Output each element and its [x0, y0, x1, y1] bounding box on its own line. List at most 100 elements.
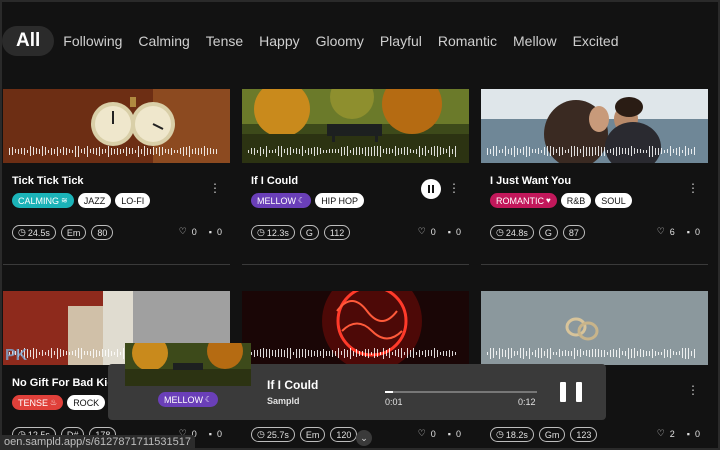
comment-button[interactable]: ▪ 0: [687, 226, 700, 237]
track-card[interactable]: If I Could ⋮ MELLOW ☾ HIP HOP ◷ 12.3s G 1…: [242, 89, 469, 265]
waveform-bar: [694, 147, 695, 155]
like-button[interactable]: ♡ 6: [657, 226, 675, 237]
genre-tag[interactable]: SOUL: [595, 193, 632, 208]
track-thumbnail[interactable]: [3, 89, 230, 163]
waveform-bar: [446, 149, 447, 153]
waveform-bar: [529, 347, 530, 359]
player-artwork[interactable]: [125, 343, 251, 386]
waveform-bar: [189, 145, 190, 157]
genre-tag[interactable]: ROCK: [67, 395, 106, 410]
track-card[interactable]: I Just Want You ⋮ ROMANTIC ♥ R&B SOUL ◷ 2…: [481, 89, 708, 265]
filter-calming[interactable]: Calming: [138, 33, 189, 49]
genre-tag[interactable]: JAZZ: [77, 193, 112, 208]
waveform-bar: [153, 147, 154, 155]
waveform-bar: [446, 350, 447, 356]
genre-tag[interactable]: LO-FI: [115, 193, 151, 208]
track-thumbnail[interactable]: [242, 89, 469, 163]
waveform[interactable]: [487, 144, 702, 158]
pause-button[interactable]: [421, 179, 441, 199]
waveform-bar: [338, 348, 339, 358]
waveform-bar: [72, 351, 73, 355]
mood-tag[interactable]: TENSE ♨: [12, 395, 64, 410]
waveform[interactable]: [9, 144, 224, 158]
waveform-bar: [452, 148, 453, 154]
waveform-bar: [583, 145, 584, 157]
waveform-bar: [535, 349, 536, 357]
filter-all[interactable]: All: [2, 26, 55, 56]
waveform-bar: [284, 349, 285, 357]
waveform-bar: [434, 348, 435, 358]
filter-following[interactable]: Following: [63, 33, 122, 49]
track-thumbnail[interactable]: [481, 291, 708, 365]
track-title[interactable]: Tick Tick Tick: [12, 175, 84, 187]
waveform-bar: [93, 148, 94, 154]
waveform-bar: [386, 350, 387, 356]
waveform-bar: [685, 347, 686, 359]
player-artist-name[interactable]: Sampld: [267, 396, 300, 406]
like-button[interactable]: ♡ 0: [418, 428, 436, 439]
player-mood-tag[interactable]: MELLOW ☾: [158, 392, 219, 407]
waveform-bar: [275, 349, 276, 357]
waveform-bar: [105, 350, 106, 356]
track-thumbnail[interactable]: [242, 291, 469, 365]
like-button[interactable]: ♡ 0: [418, 226, 436, 237]
filter-playful[interactable]: Playful: [380, 33, 422, 49]
waveform-bar: [634, 148, 635, 154]
waveform-bar: [272, 350, 273, 356]
waveform-bar: [505, 146, 506, 156]
track-card[interactable]: Tick Tick Tick ⋮ CALMING ≋ JAZZ LO-FI ◷ 2…: [3, 89, 230, 265]
waveform-bar: [365, 146, 366, 156]
comment-button[interactable]: ▪ 0: [448, 226, 461, 237]
waveform-bar: [431, 350, 432, 356]
more-options-icon[interactable]: ⋮: [687, 384, 699, 396]
waveform-bar: [75, 350, 76, 356]
waveform-bar: [443, 148, 444, 154]
comment-button[interactable]: ▪ 0: [687, 428, 700, 439]
filter-tense[interactable]: Tense: [206, 33, 243, 49]
waveform-bar: [496, 146, 497, 156]
scroll-down-button[interactable]: ⌄: [356, 430, 372, 446]
waveform-bar: [96, 349, 97, 357]
waveform-bar: [673, 149, 674, 153]
waveform-bar: [123, 347, 124, 359]
waveform-bar: [664, 348, 665, 358]
like-button[interactable]: ♡ 0: [179, 226, 197, 237]
waveform-bar: [254, 147, 255, 155]
filter-happy[interactable]: Happy: [259, 33, 299, 49]
genre-tag[interactable]: R&B: [560, 193, 592, 208]
track-thumbnail[interactable]: [481, 89, 708, 163]
mood-tag[interactable]: CALMING ≋: [12, 193, 74, 208]
more-options-icon[interactable]: ⋮: [209, 182, 221, 194]
waveform[interactable]: [487, 346, 702, 360]
genre-tag[interactable]: HIP HOP: [315, 193, 365, 208]
track-title[interactable]: I Just Want You: [490, 175, 571, 187]
more-options-icon[interactable]: ⋮: [687, 182, 699, 194]
waveform-bar: [613, 349, 614, 357]
waveform-bar: [299, 148, 300, 154]
player-pause-button[interactable]: [560, 382, 582, 404]
mood-tag[interactable]: ROMANTIC ♥: [490, 193, 557, 208]
like-count: 0: [430, 226, 436, 237]
filter-excited[interactable]: Excited: [573, 33, 619, 49]
comment-count: 0: [216, 428, 222, 439]
waveform-bar: [305, 149, 306, 153]
waveform[interactable]: [248, 346, 463, 360]
track-title[interactable]: If I Could: [251, 175, 298, 187]
waveform-bar: [338, 149, 339, 153]
filter-gloomy[interactable]: Gloomy: [316, 33, 364, 49]
comment-button[interactable]: ▪ 0: [209, 428, 222, 439]
key-pill: G: [538, 225, 558, 240]
filter-romantic[interactable]: Romantic: [438, 33, 497, 49]
waveform-bar: [36, 348, 37, 358]
progress-bar[interactable]: [385, 391, 537, 393]
like-button[interactable]: ♡ 2: [657, 428, 675, 439]
player-track-title[interactable]: If I Could: [267, 378, 318, 392]
comment-button[interactable]: ▪ 0: [209, 226, 222, 237]
mood-tag[interactable]: MELLOW ☾: [251, 193, 312, 208]
waveform-bar: [287, 348, 288, 358]
comment-button[interactable]: ▪ 0: [448, 428, 461, 439]
waveform[interactable]: [248, 144, 463, 158]
filter-mellow[interactable]: Mellow: [513, 33, 557, 49]
more-options-icon[interactable]: ⋮: [448, 182, 460, 194]
track-title[interactable]: No Gift For Bad Kids: [12, 377, 120, 389]
